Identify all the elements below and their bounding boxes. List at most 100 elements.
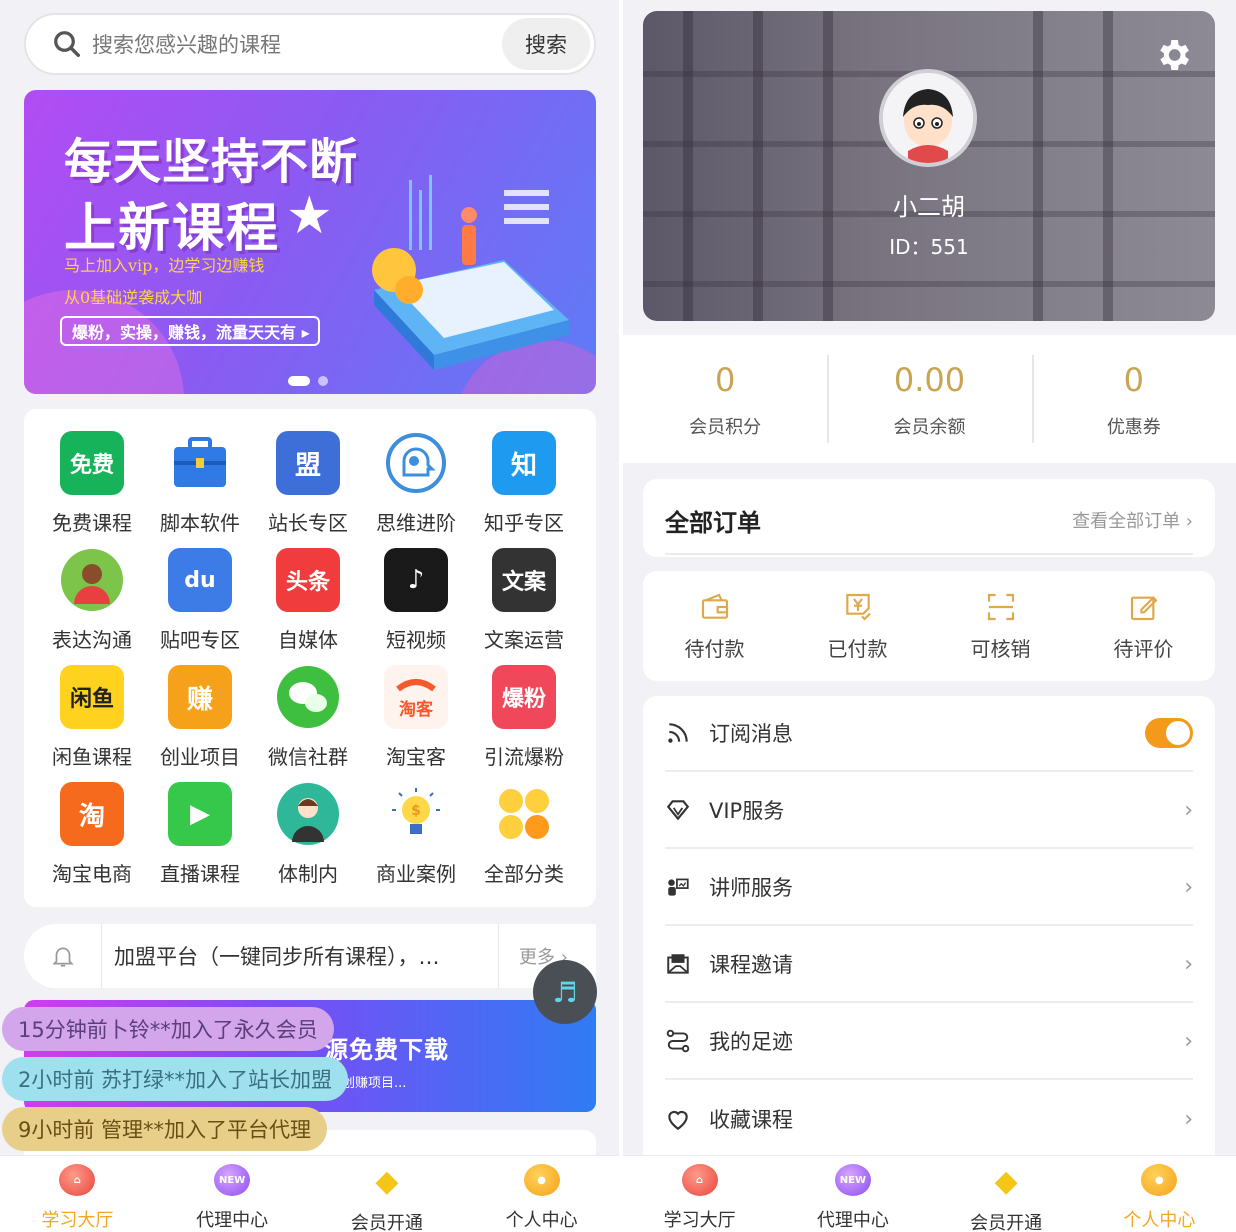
category-icon: 淘客 bbox=[384, 665, 448, 729]
category-item[interactable]: 淘客 淘宝客 bbox=[362, 665, 470, 782]
search-placeholder[interactable]: 搜索您感兴趣的课程 bbox=[92, 29, 502, 59]
carousel-dot[interactable] bbox=[318, 376, 328, 386]
category-item[interactable]: ▶ 直播课程 bbox=[146, 782, 254, 899]
order-paid[interactable]: 已付款 bbox=[786, 571, 929, 681]
menu-my-footprints[interactable]: 我的足迹 › bbox=[665, 1004, 1193, 1080]
tab-membership[interactable]: ◆ 会员开通 bbox=[310, 1156, 465, 1232]
stat-points[interactable]: 0 会员积分 bbox=[623, 335, 827, 463]
search-bar[interactable]: 搜索您感兴趣的课程 搜索 bbox=[24, 13, 596, 75]
bg-decoration bbox=[1033, 11, 1043, 321]
category-item[interactable]: $ 商业案例 bbox=[362, 782, 470, 899]
category-item[interactable]: 淘淘宝电商 bbox=[38, 782, 146, 899]
category-icon bbox=[492, 782, 556, 846]
category-icon bbox=[276, 665, 340, 729]
activity-toast: 15分钟前卜铃**加入了永久会员 bbox=[2, 1007, 334, 1051]
category-label: 创业项目 bbox=[160, 745, 240, 769]
notice-text[interactable]: 加盟平台（一键同步所有课程），… bbox=[102, 941, 498, 971]
diamond-icon: ◆ bbox=[994, 1164, 1018, 1199]
category-grid-card: 免费 免费课程 脚本软件盟站长专区 思维进阶知知乎专区表达沟通 du 贴吧专区 头条 自媒体 ♪… bbox=[24, 409, 596, 907]
home-icon: ⌂ bbox=[59, 1164, 96, 1196]
category-icon: 文案 bbox=[492, 548, 556, 612]
banner-tagline: 爆粉，实操，赚钱，流量天天有 ▸ bbox=[60, 316, 320, 346]
heart-icon bbox=[668, 1110, 688, 1131]
category-item[interactable]: 赚创业项目 bbox=[146, 665, 254, 782]
envelope-icon bbox=[667, 954, 689, 974]
menu-favorite-courses[interactable]: 收藏课程 › bbox=[665, 1081, 1193, 1157]
tab-agent-center[interactable]: NEW 代理中心 bbox=[155, 1156, 310, 1232]
category-item[interactable]: 闲鱼 闲鱼课程 bbox=[38, 665, 146, 782]
category-item[interactable]: 体制内 bbox=[254, 782, 362, 899]
tab-label: 代理中心 bbox=[196, 1210, 269, 1231]
tab-label: 代理中心 bbox=[816, 1210, 889, 1231]
category-label: 微信社群 bbox=[268, 745, 348, 769]
orders-header: 全部订单 查看全部订单 › bbox=[643, 479, 1215, 557]
chevron-right-icon: › bbox=[1184, 951, 1193, 977]
bell-icon bbox=[24, 924, 102, 988]
settings-gear-icon[interactable] bbox=[1153, 35, 1193, 75]
category-item[interactable]: 思维进阶 bbox=[362, 431, 470, 548]
notice-bar[interactable]: 加盟平台（一键同步所有课程），… 更多 › bbox=[24, 924, 596, 988]
category-label: 思维进阶 bbox=[376, 511, 456, 535]
category-item[interactable]: 盟站长专区 bbox=[254, 431, 362, 548]
profile-screen: 小二胡 ID：551 0 会员积分 0.00 会员余额 0 优惠券 全部订单 查… bbox=[623, 0, 1236, 1232]
music-player-icon[interactable]: ♬ bbox=[533, 960, 597, 1024]
category-item[interactable]: 全部分类 bbox=[470, 782, 578, 899]
category-item[interactable]: 脚本软件 bbox=[146, 431, 254, 548]
tab-study-hall[interactable]: ⌂ 学习大厅 bbox=[0, 1156, 155, 1232]
tab-label: 个人中心 bbox=[1123, 1210, 1196, 1231]
category-icon: 赚 bbox=[168, 665, 232, 729]
tab-membership[interactable]: ◆ 会员开通 bbox=[930, 1156, 1083, 1232]
tab-agent-center[interactable]: NEW 代理中心 bbox=[776, 1156, 929, 1232]
chevron-right-icon: › bbox=[1184, 797, 1193, 823]
menu-course-invite[interactable]: 课程邀请 › bbox=[665, 927, 1193, 1003]
promo-banner[interactable]: 每天坚持不断 上新课程 ★ 马上加入vip，边学习边赚钱 从0基础逆袭成大咖 爆… bbox=[24, 90, 596, 394]
bottom-tab-bar: ⌂ 学习大厅 NEW 代理中心 ◆ 会员开通 ● 个人中心 bbox=[623, 1155, 1236, 1232]
secondary-banner-title: 源免费下载 bbox=[324, 1036, 449, 1064]
user-icon: ● bbox=[1141, 1164, 1178, 1196]
route-icon bbox=[666, 1029, 690, 1053]
category-icon bbox=[168, 431, 232, 495]
menu-label: 讲师服务 bbox=[709, 876, 793, 900]
menu-lecturer-service[interactable]: 讲师服务 › bbox=[665, 850, 1193, 926]
category-grid: 免费 免费课程 脚本软件盟站长专区 思维进阶知知乎专区表达沟通 du 贴吧专区 头条 自媒体 ♪… bbox=[24, 409, 596, 899]
order-redeemable[interactable]: 可核销 bbox=[929, 571, 1072, 681]
menu-label: 收藏课程 bbox=[709, 1108, 793, 1132]
category-item[interactable]: 表达沟通 bbox=[38, 548, 146, 665]
category-icon: 淘 bbox=[60, 782, 124, 846]
menu-subscribe-messages[interactable]: 订阅消息 bbox=[665, 696, 1193, 772]
tab-label: 学习大厅 bbox=[41, 1210, 114, 1231]
settings-menu: 订阅消息 VIP服务 › 讲师服务 › 课程邀请 › 我的足迹 › 收藏课程 › bbox=[643, 696, 1215, 1166]
category-item[interactable]: 知知乎专区 bbox=[470, 431, 578, 548]
tab-study-hall[interactable]: ⌂ 学习大厅 bbox=[623, 1156, 776, 1232]
category-item[interactable]: 免费 免费课程 bbox=[38, 431, 146, 548]
carousel-dots[interactable] bbox=[288, 376, 328, 386]
chevron-right-icon: › bbox=[1184, 1028, 1193, 1054]
view-all-orders-link[interactable]: 查看全部订单 › bbox=[1072, 507, 1193, 533]
category-label: 淘宝电商 bbox=[52, 862, 132, 886]
lecturer-icon bbox=[668, 878, 689, 896]
avatar[interactable] bbox=[879, 69, 977, 167]
order-to-review[interactable]: 待评价 bbox=[1072, 571, 1215, 681]
chevron-right-icon: › bbox=[1184, 874, 1193, 900]
category-item[interactable]: ♪ 短视频 bbox=[362, 548, 470, 665]
divider bbox=[665, 553, 1193, 555]
tab-profile[interactable]: ● 个人中心 bbox=[1083, 1156, 1236, 1232]
subscribe-toggle[interactable] bbox=[1145, 718, 1193, 748]
category-item[interactable]: 爆粉 引流爆粉 bbox=[470, 665, 578, 782]
category-icon: $ bbox=[384, 782, 448, 846]
category-item[interactable]: 微信社群 bbox=[254, 665, 362, 782]
order-pending-payment[interactable]: 待付款 bbox=[643, 571, 786, 681]
category-item[interactable]: 头条 自媒体 bbox=[254, 548, 362, 665]
tab-label: 个人中心 bbox=[505, 1210, 578, 1231]
category-icon: 爆粉 bbox=[492, 665, 556, 729]
category-item[interactable]: 文案 文案运营 bbox=[470, 548, 578, 665]
category-icon: du bbox=[168, 548, 232, 612]
carousel-dot-active[interactable] bbox=[288, 376, 310, 386]
scan-icon bbox=[987, 593, 1014, 621]
search-button[interactable]: 搜索 bbox=[502, 18, 590, 70]
menu-vip-service[interactable]: VIP服务 › bbox=[665, 773, 1193, 849]
stat-coupons[interactable]: 0 优惠券 bbox=[1031, 335, 1236, 463]
category-item[interactable]: du 贴吧专区 bbox=[146, 548, 254, 665]
stat-balance[interactable]: 0.00 会员余额 bbox=[827, 335, 1031, 463]
tab-profile[interactable]: ● 个人中心 bbox=[464, 1156, 619, 1232]
